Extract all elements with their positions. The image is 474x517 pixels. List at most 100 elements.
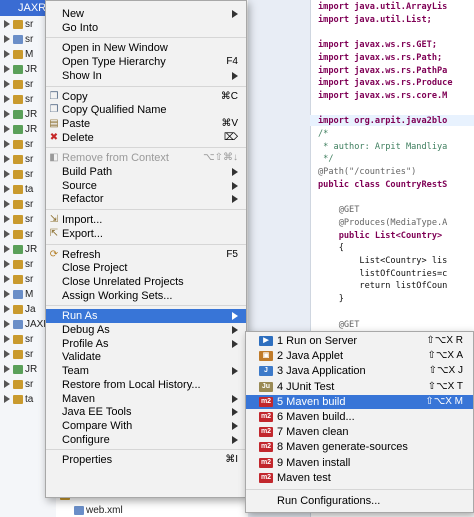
submenu-item-6-maven-build[interactable]: m2 6 Maven build...: [246, 410, 473, 424]
project-icon: [13, 274, 23, 284]
expand-triangle-icon[interactable]: [4, 230, 10, 239]
submenu-item-2-java-applet[interactable]: ▣ 2 Java Applet ⇧⌥X A: [246, 349, 473, 363]
menu-item-source[interactable]: Source: [46, 179, 246, 193]
menu-item-copy[interactable]: ❐ Copy ⌘C: [46, 90, 246, 104]
expand-triangle-icon[interactable]: [4, 35, 10, 44]
expand-triangle-icon[interactable]: [4, 380, 10, 389]
expand-triangle-icon[interactable]: [4, 245, 10, 254]
menu-separator: [46, 305, 246, 307]
menu-item-refresh[interactable]: ⟳ Refresh F5: [46, 248, 246, 262]
menu-item-compare-with[interactable]: Compare With: [46, 419, 246, 433]
submenu-item-5-maven-build[interactable]: m2 5 Maven build ⇧⌥X M: [246, 394, 473, 409]
expand-triangle-icon[interactable]: [4, 140, 10, 149]
expand-triangle-icon[interactable]: [4, 365, 10, 374]
submenu-separator: [246, 489, 473, 490]
webxml-file[interactable]: web.xml: [74, 505, 123, 516]
code-line: import javax.ws.rs.Path;: [318, 52, 443, 63]
menu-item-label: Refactor: [62, 193, 104, 206]
menu-item-properties[interactable]: Properties ⌘I: [46, 453, 246, 467]
menu-item-shortcut: F4: [226, 56, 238, 68]
submenu-item-3-java-application[interactable]: J 3 Java Application ⇧⌥X J: [246, 364, 473, 378]
submenu-item-4-junit-test[interactable]: Ju 4 JUnit Test ⇧⌥X T: [246, 380, 473, 394]
expand-triangle-icon[interactable]: [4, 350, 10, 359]
expand-triangle-icon[interactable]: [4, 125, 10, 134]
expand-triangle-icon[interactable]: [4, 185, 10, 194]
menu-item-label: Team: [62, 365, 89, 378]
menu-item-validate[interactable]: Validate: [46, 350, 246, 364]
menu-item-copy-qualified-name[interactable]: ❐ Copy Qualified Name: [46, 103, 246, 117]
submenu-item-1-run-on-server[interactable]: ▶ 1 Run on Server ⇧⌥X R: [246, 334, 473, 348]
tree-row-label: sr: [25, 139, 34, 150]
menu-item-show-in[interactable]: Show In: [46, 69, 246, 83]
submenu-arrow-icon: [232, 181, 238, 190]
submenu-item-label: 9 Maven install: [277, 456, 351, 469]
project-icon: [13, 19, 23, 29]
project-icon: [13, 394, 23, 404]
refresh-icon: ⟳: [49, 248, 59, 260]
tree-row-label: ta: [25, 184, 34, 195]
menu-item-go-into[interactable]: Go Into: [46, 21, 246, 35]
expand-triangle-icon[interactable]: [4, 335, 10, 344]
menu-item-close-unrelated-projects[interactable]: Close Unrelated Projects: [46, 275, 246, 289]
server-icon: ▶: [259, 336, 273, 346]
menu-item-debug-as[interactable]: Debug As: [46, 323, 246, 337]
menu-item-new[interactable]: New: [46, 7, 246, 21]
expand-triangle-icon[interactable]: [4, 320, 10, 329]
project-icon: [13, 124, 23, 134]
expand-triangle-icon[interactable]: [4, 260, 10, 269]
project-icon: [13, 169, 23, 179]
menu-item-paste[interactable]: ▤ Paste ⌘V: [46, 117, 246, 131]
expand-triangle-icon[interactable]: [4, 110, 10, 119]
submenu-item-8-maven-generate-sources[interactable]: m2 8 Maven generate-sources: [246, 440, 473, 454]
menu-item-label: Open Type Hierarchy: [62, 56, 166, 69]
tree-row-label: JR: [25, 244, 38, 255]
submenu-item-label: 7 Maven clean: [277, 426, 349, 439]
menu-item-refactor[interactable]: Refactor: [46, 192, 246, 206]
menu-item-close-project[interactable]: Close Project: [46, 261, 246, 275]
expand-triangle-icon[interactable]: [4, 305, 10, 314]
expand-triangle-icon[interactable]: [4, 65, 10, 74]
expand-triangle-icon[interactable]: [4, 80, 10, 89]
expand-triangle-icon[interactable]: [4, 155, 10, 164]
maven-icon: m2: [259, 427, 273, 438]
menu-item-team[interactable]: Team: [46, 364, 246, 378]
menu-item-configure[interactable]: Configure: [46, 433, 246, 447]
submenu-item-9-maven-install[interactable]: m2 9 Maven install: [246, 456, 473, 470]
menu-item-open-in-new-window[interactable]: Open in New Window: [46, 41, 246, 55]
expand-triangle-icon[interactable]: [4, 95, 10, 104]
menu-item-label: Close Project: [62, 262, 128, 275]
code-line: }: [318, 294, 344, 305]
expand-triangle-icon[interactable]: [4, 170, 10, 179]
menu-item-java-ee-tools[interactable]: Java EE Tools: [46, 405, 246, 419]
menu-item-import[interactable]: ⇲ Import...: [46, 213, 246, 227]
code-line: import org.arpit.java2blo: [318, 116, 448, 127]
expand-triangle-icon[interactable]: [4, 290, 10, 299]
menu-item-run-as[interactable]: Run As: [46, 309, 246, 324]
expand-triangle-icon[interactable]: [4, 50, 10, 59]
menu-item-remove-from-context: ◧ Remove from Context ⌥⇧⌘↓: [46, 151, 246, 165]
expand-triangle-icon[interactable]: [4, 275, 10, 284]
menu-item-assign-working-sets[interactable]: Assign Working Sets...: [46, 289, 246, 303]
import-icon: ⇲: [49, 214, 59, 226]
menu-item-open-type-hierarchy[interactable]: Open Type Hierarchy F4: [46, 55, 246, 69]
menu-item-delete[interactable]: ✖ Delete ⌦: [46, 131, 246, 145]
menu-item-profile-as[interactable]: Profile As: [46, 337, 246, 351]
project-icon: [13, 319, 23, 329]
menu-item-export[interactable]: ⇱ Export...: [46, 227, 246, 241]
project-icon: [13, 64, 23, 74]
submenu-item-run-configurations[interactable]: Run Configurations...: [246, 494, 473, 508]
submenu-item-maven-test[interactable]: m2 Maven test: [246, 471, 473, 485]
submenu-item-7-maven-clean[interactable]: m2 7 Maven clean: [246, 425, 473, 439]
menu-item-restore-from-local-history[interactable]: Restore from Local History...: [46, 378, 246, 392]
menu-item-maven[interactable]: Maven: [46, 392, 246, 406]
project-icon: [13, 244, 23, 254]
menu-item-build-path[interactable]: Build Path: [46, 165, 246, 179]
code-line: import java.util.List;: [318, 14, 432, 25]
expand-triangle-icon[interactable]: [4, 200, 10, 209]
code-line: List<Country> lis: [318, 256, 448, 266]
expand-triangle-icon[interactable]: [4, 395, 10, 404]
expand-triangle-icon[interactable]: [4, 20, 10, 29]
expand-triangle-icon[interactable]: [4, 215, 10, 224]
export-icon: ⇱: [49, 227, 59, 239]
code-line: {: [318, 243, 344, 254]
